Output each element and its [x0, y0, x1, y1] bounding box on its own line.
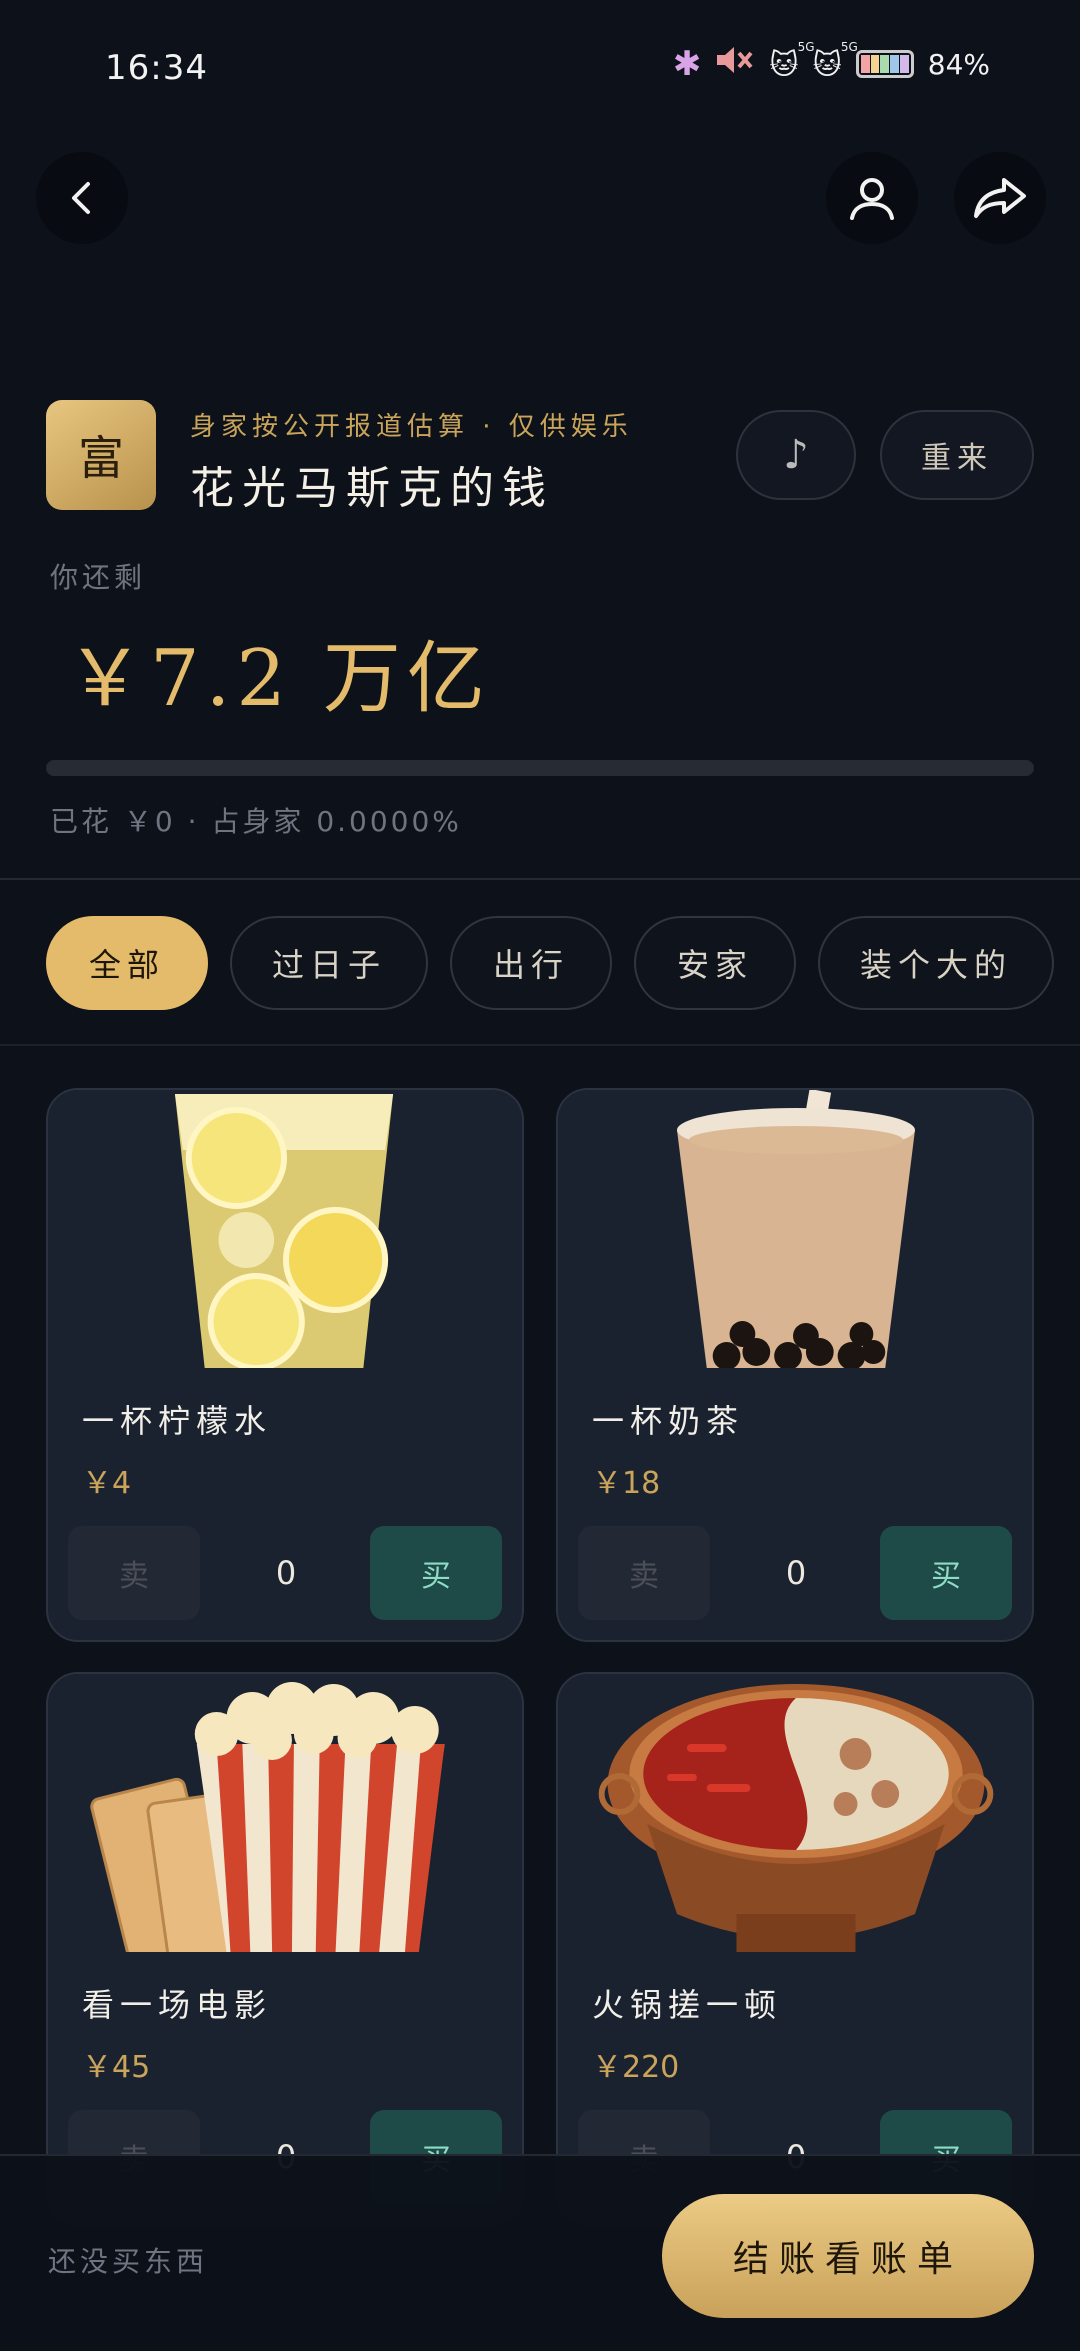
status-icons: ✱ 🐱 5G 🐱 5G 84% [672, 39, 990, 85]
product-name: 看一场电影 [82, 1986, 273, 2024]
battery-icon [855, 50, 914, 78]
remaining-amount: ￥7.2 万亿 [66, 634, 491, 724]
fortune-badge: 富 [46, 400, 156, 510]
user-icon [850, 178, 894, 220]
signal-cat-icon-1: 🐱 5G [769, 39, 815, 81]
product-card: 火锅搓一顿 ￥220 卖 0 买 [556, 1672, 1034, 2226]
page-title: 花光马斯克的钱 [190, 463, 554, 514]
share-button[interactable] [954, 152, 1046, 244]
quantity: 0 [275, 1554, 297, 1592]
restart-button[interactable]: 重来 [880, 410, 1034, 500]
product-name: 一杯柠檬水 [82, 1402, 273, 1440]
profile-button[interactable] [826, 152, 918, 244]
bluetooth-icon: ✱ [672, 44, 702, 84]
disclaimer-subtitle: 身家按公开报道估算 · 仅供娱乐 [190, 412, 633, 442]
product-price: ￥18 [592, 1466, 661, 1501]
spent-progress-bar [46, 760, 1034, 776]
tab-all[interactable]: 全部 [46, 916, 208, 1010]
remaining-label: 你还剩 [50, 561, 147, 594]
nav-bar [0, 140, 1080, 260]
quantity: 0 [785, 1554, 807, 1592]
sell-button[interactable]: 卖 [578, 1526, 710, 1620]
category-tabs: 全部 过日子 出行 安家 装个大的 [0, 916, 1080, 1012]
buy-button[interactable]: 买 [880, 1526, 1012, 1620]
tab-go-big[interactable]: 装个大的 [818, 916, 1054, 1010]
battery-percent: 84% [927, 47, 990, 81]
status-time: 16:34 [105, 48, 208, 88]
tab-daily-life[interactable]: 过日子 [230, 916, 428, 1010]
back-button[interactable] [36, 152, 128, 244]
cart-status: 还没买东西 [48, 2245, 209, 2278]
header-section: 富 身家按公开报道估算 · 仅供娱乐 花光马斯克的钱 ♪ 重来 你还剩 ￥7.2… [0, 380, 1080, 880]
product-name: 火锅搓一顿 [592, 1986, 783, 2024]
product-card: 一杯柠檬水 ￥4 卖 0 买 [46, 1088, 524, 1642]
product-price: ￥45 [82, 2050, 151, 2085]
checkout-bar: 还没买东西 结账看账单 [0, 2154, 1080, 2351]
mute-icon [715, 45, 755, 83]
status-bar: 16:34 ✱ 🐱 5G 🐱 5G 84% [0, 0, 1080, 140]
sell-button[interactable]: 卖 [68, 1526, 200, 1620]
music-toggle-button[interactable]: ♪ [736, 410, 856, 500]
product-card: 一杯奶茶 ￥18 卖 0 买 [556, 1088, 1034, 1642]
tab-home[interactable]: 安家 [634, 916, 796, 1010]
signal-cat-icon-2: 🐱 5G [812, 39, 858, 81]
product-card: 看一场电影 ￥45 卖 0 买 [46, 1672, 524, 2226]
checkout-button[interactable]: 结账看账单 [662, 2194, 1034, 2318]
tab-travel[interactable]: 出行 [450, 916, 612, 1010]
lemonade-image [48, 1090, 522, 1368]
movie-popcorn-image [48, 1674, 522, 1952]
hotpot-image [558, 1674, 1032, 1952]
divider [0, 878, 1080, 880]
divider [0, 1044, 1080, 1046]
chevron-left-icon [72, 182, 90, 214]
product-price: ￥4 [82, 1466, 132, 1501]
buy-button[interactable]: 买 [370, 1526, 502, 1620]
share-arrow-icon [974, 178, 1026, 218]
spent-summary: 已花 ￥0 · 占身家 0.0000% [50, 805, 462, 838]
milk-tea-image [558, 1090, 1032, 1368]
product-price: ￥220 [592, 2050, 680, 2085]
product-name: 一杯奶茶 [592, 1402, 745, 1440]
